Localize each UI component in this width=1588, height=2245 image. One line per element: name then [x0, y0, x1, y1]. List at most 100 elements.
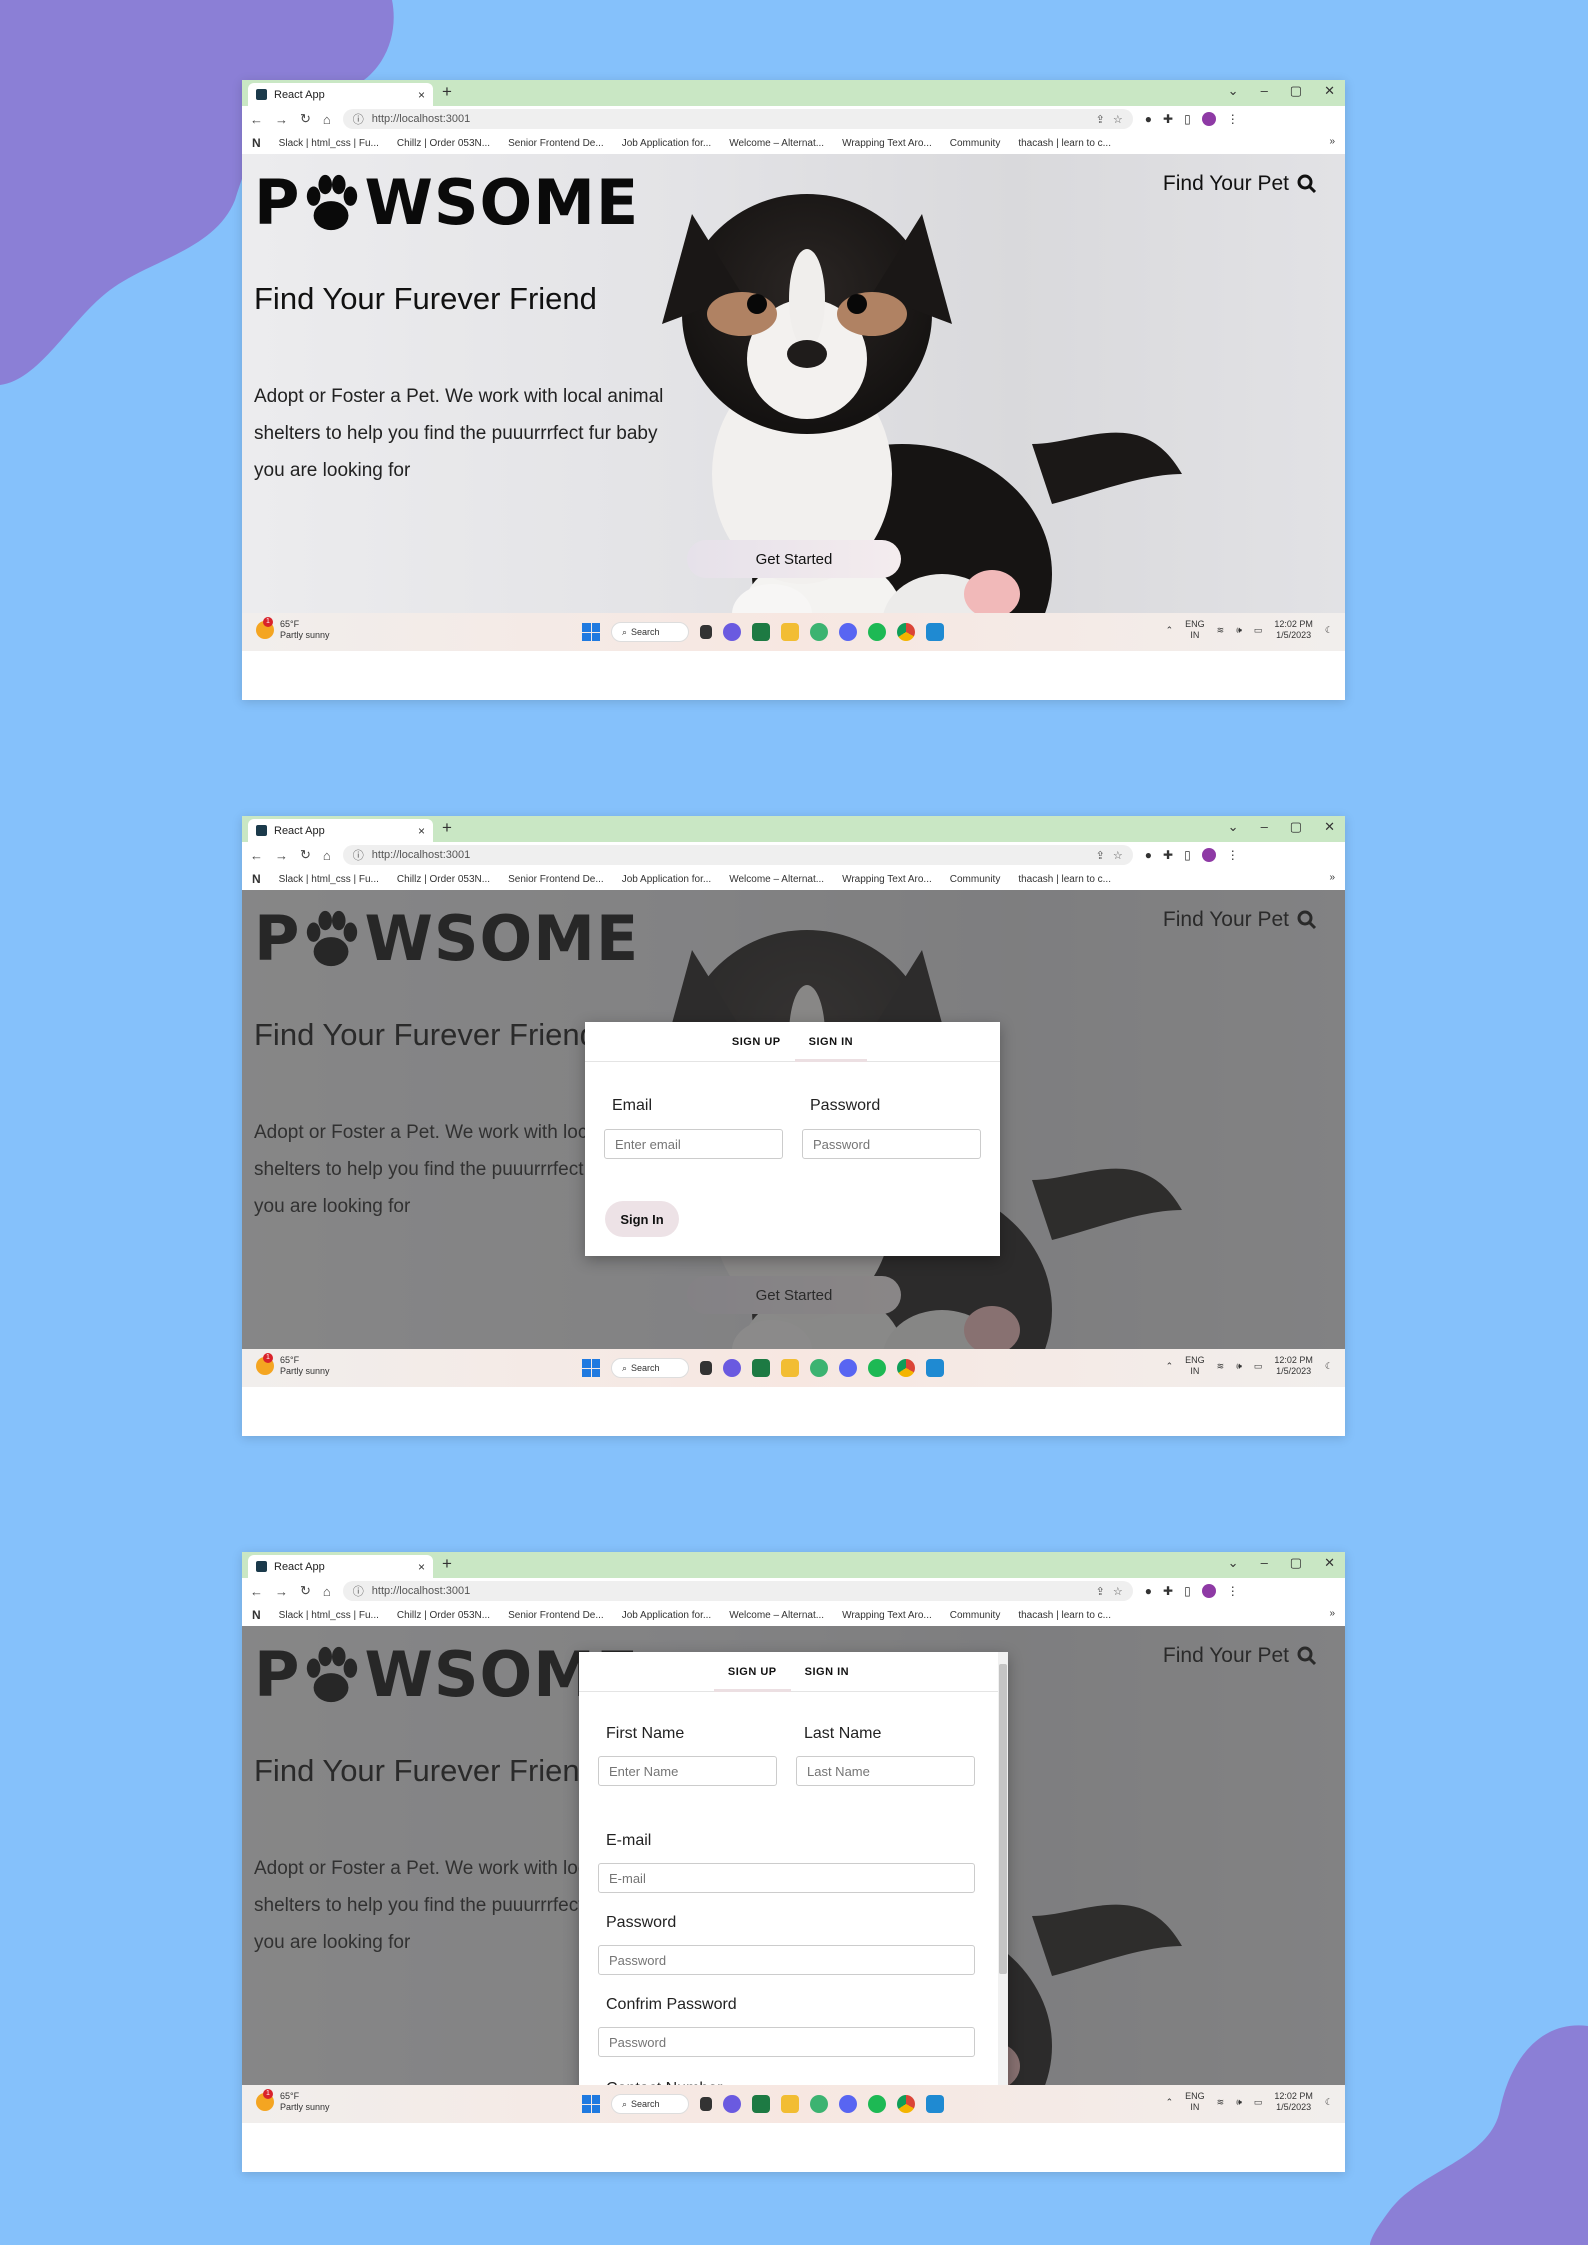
file-explorer-icon[interactable]	[781, 2095, 799, 2113]
volume-icon[interactable]: 🕪	[1236, 625, 1242, 636]
profile-icon[interactable]	[1201, 1584, 1216, 1598]
spotify-icon[interactable]	[868, 1359, 886, 1377]
volume-icon[interactable]: 🕪	[1236, 2097, 1242, 2108]
extension-icon[interactable]: ●	[1145, 112, 1152, 126]
bookmark-n[interactable]: N	[252, 136, 261, 150]
home-icon[interactable]: ⌂	[323, 848, 331, 863]
excel-icon[interactable]	[752, 623, 770, 641]
modal-scrollbar[interactable]	[998, 1652, 1008, 2098]
forward-icon[interactable]: →	[275, 112, 288, 127]
password-field[interactable]	[598, 1945, 975, 1975]
chevron-up-icon[interactable]: ⌃	[1166, 625, 1174, 636]
close-window-button[interactable]: ✕	[1324, 83, 1335, 99]
share-icon[interactable]: ⇪	[1096, 113, 1105, 126]
bookmark-item[interactable]: thacash | learn to c...	[1018, 874, 1111, 885]
maximize-button[interactable]: ▢	[1290, 83, 1302, 99]
bookmark-item[interactable]: Community	[950, 874, 1001, 885]
tab-search-icon[interactable]: ⌄	[1228, 83, 1239, 99]
forward-icon[interactable]: →	[275, 1584, 288, 1599]
tab-search-icon[interactable]: ⌄	[1228, 1555, 1239, 1571]
bookmark-item[interactable]: Welcome – Alternat...	[729, 874, 824, 885]
task-view-icon[interactable]	[700, 1361, 712, 1375]
scrollbar-thumb[interactable]	[999, 1664, 1007, 1974]
bookmark-item[interactable]: Welcome – Alternat...	[729, 1610, 824, 1621]
find-pet-link[interactable]: Find Your Pet	[1163, 172, 1317, 196]
chat-icon[interactable]	[723, 1359, 741, 1377]
profile-icon[interactable]	[1201, 112, 1216, 126]
tab-sign-in[interactable]: SIGN IN	[794, 1022, 868, 1062]
menu-icon[interactable]: ⋮	[1227, 848, 1239, 862]
info-icon[interactable]: ⓘ	[353, 1583, 364, 1599]
browser-app-icon[interactable]	[810, 1359, 828, 1377]
spotify-icon[interactable]	[868, 623, 886, 641]
maximize-button[interactable]: ▢	[1290, 819, 1302, 835]
email-field[interactable]	[604, 1129, 783, 1159]
back-icon[interactable]: ←	[250, 1584, 263, 1599]
share-icon[interactable]: ⇪	[1096, 849, 1105, 862]
clock[interactable]: 12:02 PM 1/5/2023	[1274, 619, 1313, 641]
language-indicator[interactable]: ENG IN	[1185, 619, 1205, 641]
bookmark-n[interactable]: N	[252, 872, 261, 886]
reload-icon[interactable]: ↻	[300, 111, 311, 127]
menu-icon[interactable]: ⋮	[1227, 112, 1239, 126]
confirm-password-field[interactable]	[598, 2027, 975, 2057]
forward-icon[interactable]: →	[275, 848, 288, 863]
chevron-up-icon[interactable]: ⌃	[1166, 2097, 1174, 2108]
bookmark-item[interactable]: Welcome – Alternat...	[729, 138, 824, 149]
url-bar[interactable]: ⓘ http://localhost:3001 ⇪ ☆	[342, 1581, 1133, 1601]
vscode-icon[interactable]	[926, 623, 944, 641]
info-icon[interactable]: ⓘ	[353, 111, 364, 127]
wifi-icon[interactable]: ≋	[1217, 625, 1225, 636]
get-started-button[interactable]: Get Started	[687, 540, 901, 578]
bookmark-item[interactable]: Job Application for...	[622, 1610, 712, 1621]
bookmarks-overflow[interactable]: »	[1329, 136, 1335, 147]
discord-icon[interactable]	[839, 1359, 857, 1377]
star-icon[interactable]: ☆	[1113, 849, 1123, 862]
clock[interactable]: 12:02 PM 1/5/2023	[1274, 2091, 1313, 2113]
extension-icon[interactable]: ●	[1145, 848, 1152, 862]
sidepanel-icon[interactable]: ▯	[1184, 1584, 1191, 1598]
maximize-button[interactable]: ▢	[1290, 1555, 1302, 1571]
language-indicator[interactable]: ENG IN	[1185, 1355, 1205, 1377]
bookmark-item[interactable]: Senior Frontend De...	[508, 138, 604, 149]
first-name-field[interactable]	[598, 1756, 777, 1786]
bookmark-item[interactable]: Senior Frontend De...	[508, 1610, 604, 1621]
weather-widget[interactable]: 65°F Partly sunny	[256, 2089, 330, 2113]
bookmark-item[interactable]: Community	[950, 138, 1001, 149]
info-icon[interactable]: ⓘ	[353, 847, 364, 863]
minimize-button[interactable]: –	[1261, 819, 1268, 835]
chevron-up-icon[interactable]: ⌃	[1166, 1361, 1174, 1372]
chrome-icon[interactable]	[897, 623, 915, 641]
bookmark-item[interactable]: Wrapping Text Aro...	[842, 138, 932, 149]
bookmark-item[interactable]: Wrapping Text Aro...	[842, 1610, 932, 1621]
chrome-icon[interactable]	[897, 2095, 915, 2113]
profile-icon[interactable]	[1201, 848, 1216, 862]
notification-icon[interactable]: ☾	[1325, 625, 1333, 636]
tab-sign-in[interactable]: SIGN IN	[791, 1652, 863, 1691]
task-view-icon[interactable]	[700, 2097, 712, 2111]
menu-icon[interactable]: ⋮	[1227, 1584, 1239, 1598]
bookmark-item[interactable]: Community	[950, 1610, 1001, 1621]
bookmark-item[interactable]: thacash | learn to c...	[1018, 1610, 1111, 1621]
windows-icon[interactable]	[582, 2095, 600, 2113]
puzzle-icon[interactable]: ✚	[1163, 848, 1173, 862]
wifi-icon[interactable]: ≋	[1217, 1361, 1225, 1372]
tab-close-icon[interactable]: ×	[418, 1560, 425, 1574]
password-field[interactable]	[802, 1129, 981, 1159]
bookmark-item[interactable]: Job Application for...	[622, 874, 712, 885]
taskbar-search[interactable]: ⌕ Search	[611, 2094, 689, 2114]
close-window-button[interactable]: ✕	[1324, 819, 1335, 835]
back-icon[interactable]: ←	[250, 112, 263, 127]
back-icon[interactable]: ←	[250, 848, 263, 863]
home-icon[interactable]: ⌂	[323, 112, 331, 127]
site-logo[interactable]: P WSOME	[254, 166, 639, 239]
windows-icon[interactable]	[582, 1359, 600, 1377]
extension-icon[interactable]: ●	[1145, 1584, 1152, 1598]
browser-tab[interactable]: React App ×	[248, 83, 433, 106]
reload-icon[interactable]: ↻	[300, 847, 311, 863]
star-icon[interactable]: ☆	[1113, 113, 1123, 126]
excel-icon[interactable]	[752, 1359, 770, 1377]
discord-icon[interactable]	[839, 623, 857, 641]
bookmark-n[interactable]: N	[252, 1608, 261, 1622]
email-field[interactable]	[598, 1863, 975, 1893]
